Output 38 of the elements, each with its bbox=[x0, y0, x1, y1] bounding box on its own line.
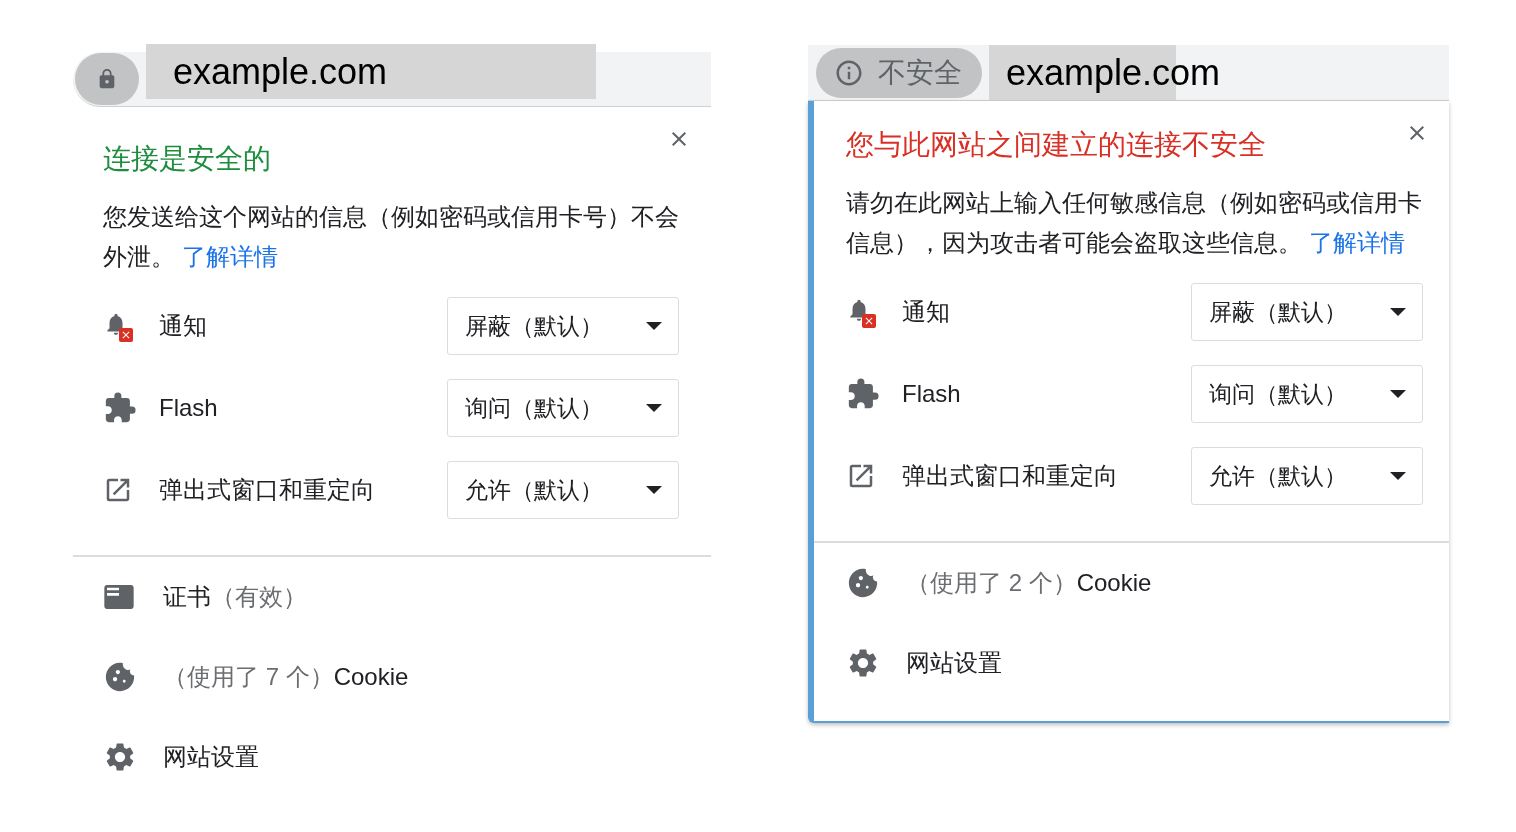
connection-title: 您与此网站之间建立的连接不安全 bbox=[846, 129, 1266, 160]
learn-more-link[interactable]: 了解详情 bbox=[1308, 229, 1405, 256]
address-bar[interactable]: 不安全 example.com bbox=[808, 45, 1449, 101]
connection-title: 连接是安全的 bbox=[103, 143, 271, 174]
permission-dropdown[interactable]: 屏蔽（默认） bbox=[447, 297, 679, 355]
cookie-icon bbox=[103, 660, 137, 694]
url-text: example.com bbox=[173, 53, 388, 90]
permission-label: 弹出式窗口和重定向 bbox=[902, 461, 1119, 491]
caret-icon bbox=[1390, 390, 1406, 398]
connection-description: 您发送给这个网站的信息（例如密码或信用卡号）不会外泄。 了解详情 bbox=[103, 202, 679, 272]
puzzle-icon bbox=[103, 391, 137, 425]
learn-more-link[interactable]: 了解详情 bbox=[181, 243, 278, 270]
site-info-link[interactable]: （使用了 2 个）Cookie bbox=[906, 565, 1152, 601]
permission-label: 弹出式窗口和重定向 bbox=[159, 475, 376, 505]
caret-icon bbox=[646, 486, 662, 494]
permission-dropdown[interactable]: 允许（默认） bbox=[1191, 447, 1423, 505]
lock-chip[interactable] bbox=[75, 53, 139, 105]
caret-icon bbox=[1390, 472, 1406, 480]
permission-label: 通知 bbox=[159, 311, 208, 341]
permission-label: 通知 bbox=[902, 297, 951, 327]
permission-dropdown[interactable]: 询问（默认） bbox=[447, 379, 679, 437]
site-info-link[interactable]: 网站设置 bbox=[163, 739, 259, 775]
caret-icon bbox=[1390, 308, 1406, 316]
puzzle-icon bbox=[846, 377, 880, 411]
permission-dropdown[interactable]: 询问（默认） bbox=[1191, 365, 1423, 423]
cookie-icon bbox=[846, 566, 880, 600]
site-info-link[interactable]: 网站设置 bbox=[906, 645, 1002, 681]
not-secure-label: 不安全 bbox=[878, 58, 962, 87]
connection-description: 请勿在此网站上输入任何敏感信息（例如密码或信用卡信息），因为攻击者可能会盗取这些信息。 了解详情 bbox=[846, 188, 1423, 258]
permission-label: Flash bbox=[159, 393, 219, 423]
url-text: example.com bbox=[1006, 54, 1221, 91]
permission-dropdown[interactable]: 屏蔽（默认） bbox=[1191, 283, 1423, 341]
permission-label: Flash bbox=[902, 379, 962, 409]
permission-dropdown[interactable]: 允许（默认） bbox=[447, 461, 679, 519]
site-info-link[interactable]: （使用了 7 个）Cookie bbox=[163, 659, 409, 695]
site-info-link[interactable]: 证书（有效） bbox=[163, 579, 307, 615]
caret-icon bbox=[646, 404, 662, 412]
caret-icon bbox=[646, 322, 662, 330]
